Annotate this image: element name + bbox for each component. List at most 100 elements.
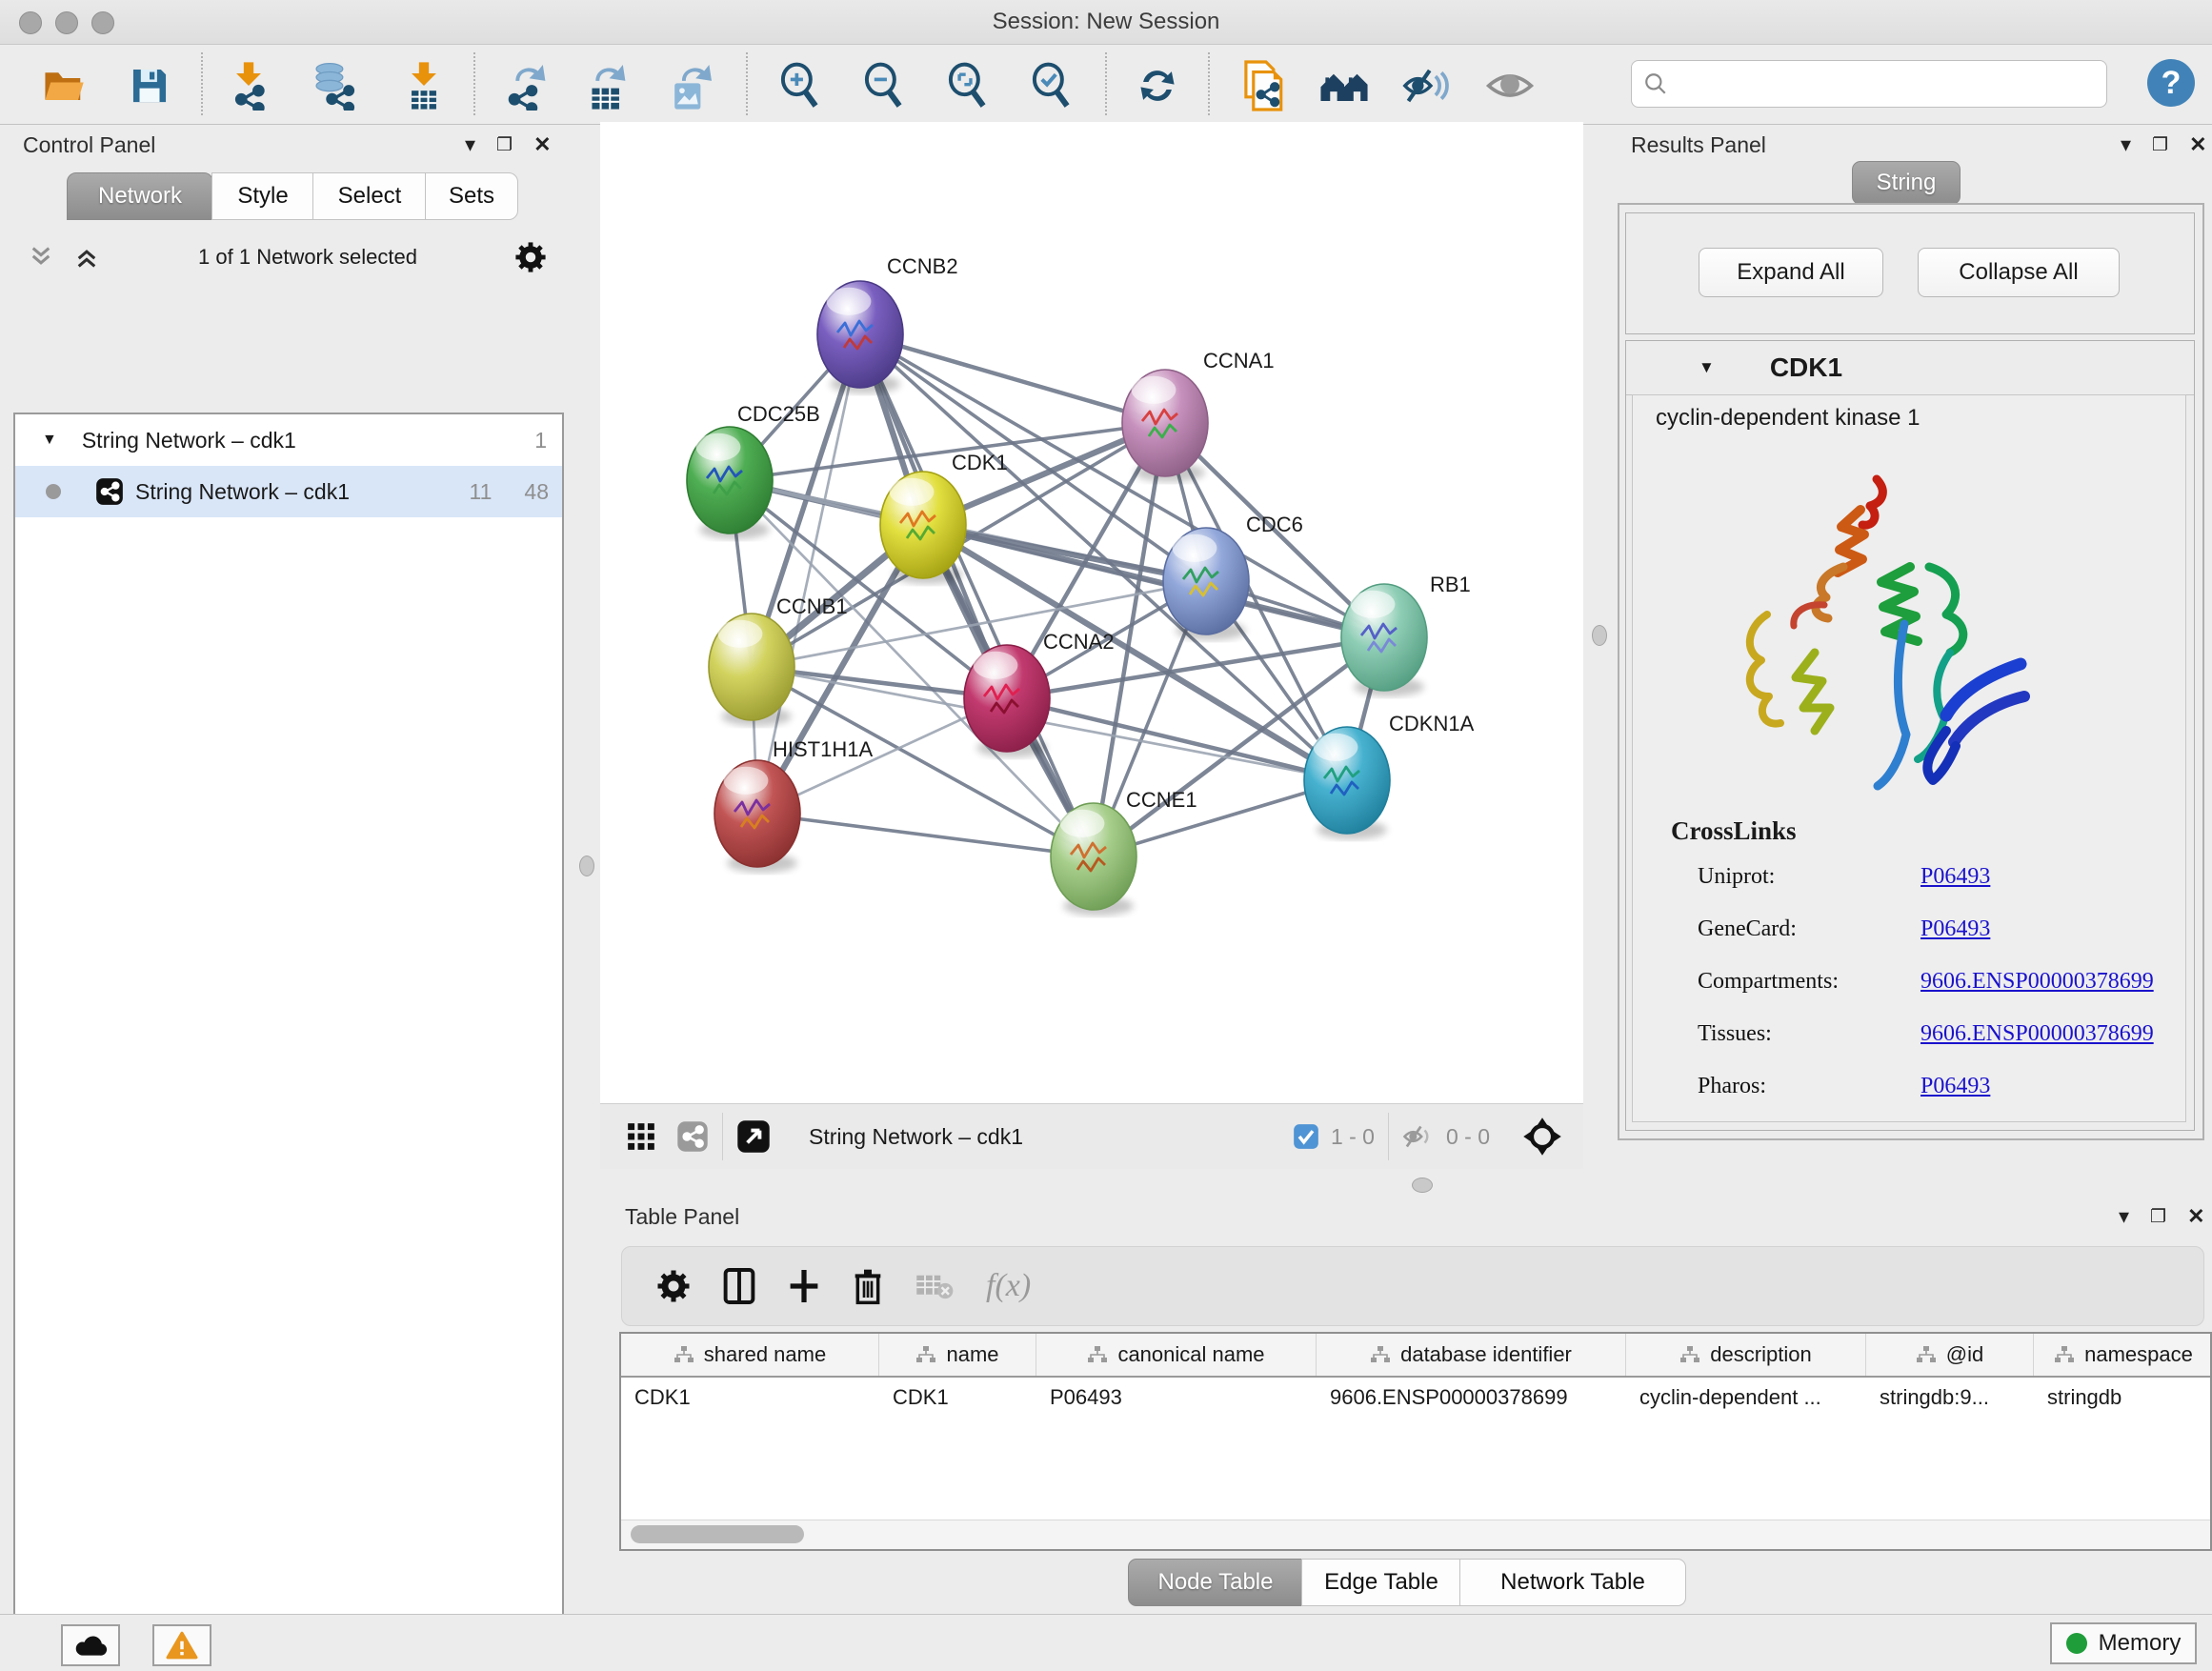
copy-network-button[interactable] [1235, 58, 1290, 113]
network-row[interactable]: String Network – cdk1 11 48 [15, 466, 562, 517]
save-session-button[interactable] [122, 58, 177, 113]
bottom-splitter-handle[interactable] [1412, 1178, 1433, 1193]
export-image-button[interactable] [663, 58, 718, 113]
table-panel-menu-icon[interactable]: ▾ [2119, 1204, 2129, 1229]
help-button[interactable]: ? [2147, 59, 2195, 107]
expand-all-button[interactable]: Expand All [1699, 248, 1883, 297]
crosslink-compartments-link[interactable]: 9606.ENSP00000378699 [1920, 969, 2154, 995]
network-node-CCNA1[interactable]: CCNA1 [1122, 349, 1275, 482]
export-table-button[interactable] [579, 58, 634, 113]
collapse-all-icon[interactable] [27, 245, 55, 270]
tab-network-table[interactable]: Network Table [1459, 1559, 1686, 1606]
cell-shared-name[interactable]: CDK1 [621, 1378, 879, 1418]
network-view-canvas[interactable]: CCNB2CCNA1CDC25BCDK1CDC6RB1CCNB1CCNA2CDK… [600, 122, 1583, 1103]
function-builder-icon[interactable]: f(x) [986, 1268, 1031, 1304]
cell-namespace[interactable]: stringdb [2034, 1378, 2212, 1418]
cell-name[interactable]: CDK1 [879, 1378, 1036, 1418]
results-panel-float-icon[interactable]: ❐ [2152, 134, 2168, 156]
tab-node-table[interactable]: Node Table [1128, 1559, 1303, 1606]
import-network-database-button[interactable] [307, 58, 362, 113]
column-header--id[interactable]: @id [1866, 1334, 2034, 1376]
column-header-name[interactable]: name [879, 1334, 1036, 1376]
zoom-selected-button[interactable] [1023, 58, 1078, 113]
crosshair-icon[interactable] [1522, 1117, 1562, 1157]
hide-unhide-button[interactable] [1398, 58, 1454, 113]
zoom-in-button[interactable] [772, 58, 827, 113]
search-input[interactable] [1631, 60, 2107, 108]
cell--id[interactable]: stringdb:9... [1866, 1378, 2034, 1418]
left-splitter-handle[interactable] [579, 856, 594, 876]
column-header-shared-name[interactable]: shared name [621, 1334, 879, 1376]
network-node-CCNB2[interactable]: CCNB2 [817, 254, 958, 393]
warnings-button[interactable] [152, 1624, 211, 1666]
export-network-button[interactable] [499, 58, 554, 113]
grid-view-icon[interactable] [627, 1122, 655, 1151]
table-hscrollbar[interactable] [621, 1520, 2210, 1549]
results-panel-menu-icon[interactable]: ▾ [2121, 132, 2131, 157]
crosslink-uniprot-link[interactable]: P06493 [1920, 864, 1990, 890]
cell-database-identifier[interactable]: 9606.ENSP00000378699 [1317, 1378, 1626, 1418]
network-node-CDKN1A[interactable]: CDKN1A [1304, 712, 1475, 839]
birdseye-view-icon[interactable] [736, 1119, 771, 1154]
network-node-CCNB1[interactable]: CCNB1 [709, 594, 848, 726]
column-header-namespace[interactable]: namespace [2034, 1334, 2212, 1376]
table-panel-close-icon[interactable]: ✕ [2187, 1204, 2204, 1229]
node-label-CDKN1A: CDKN1A [1389, 712, 1475, 735]
network-node-HIST1H1A[interactable]: HIST1H1A [714, 737, 873, 873]
eye-slash-icon [1401, 66, 1451, 106]
delete-column-icon[interactable] [853, 1267, 883, 1305]
delete-table-icon[interactable] [915, 1271, 954, 1301]
search-icon [1643, 71, 1668, 96]
node-result-header[interactable]: ▼ CDK1 [1626, 341, 2194, 395]
network-options-gear-icon[interactable] [514, 241, 547, 273]
cell-description[interactable]: cyclin-dependent ... [1626, 1378, 1866, 1418]
crosslink-pharos-link[interactable]: P06493 [1920, 1074, 1990, 1099]
hscrollbar-thumb[interactable] [631, 1525, 804, 1543]
control-panel-menu-icon[interactable]: ▾ [465, 132, 475, 157]
results-panel-close-icon[interactable]: ✕ [2189, 132, 2206, 157]
table-row[interactable]: CDK1CDK1P064939606.ENSP00000378699cyclin… [621, 1378, 2210, 1418]
home-networks-button[interactable] [1317, 58, 1372, 113]
cell-canonical-name[interactable]: P06493 [1036, 1378, 1317, 1418]
crosslink-tissues-link[interactable]: 9606.ENSP00000378699 [1920, 1021, 2154, 1047]
collapse-all-button[interactable]: Collapse All [1918, 248, 2120, 297]
network-collection-row[interactable]: ▼ String Network – cdk1 1 [15, 414, 562, 466]
hidden-eye-slash-icon[interactable] [1402, 1123, 1435, 1150]
tab-sets[interactable]: Sets [425, 172, 518, 220]
table-panel-float-icon[interactable]: ❐ [2150, 1206, 2166, 1228]
tab-select[interactable]: Select [312, 172, 427, 220]
string-view-icon[interactable] [676, 1120, 709, 1153]
memory-button[interactable]: Memory [2050, 1622, 2197, 1664]
open-session-button[interactable] [36, 58, 91, 113]
collection-label: String Network – cdk1 [82, 428, 296, 453]
table-gear-icon[interactable] [656, 1269, 691, 1303]
zoom-in-icon [777, 62, 821, 110]
zoom-fit-button[interactable] [939, 58, 995, 113]
collection-expand-triangle-icon[interactable]: ▼ [42, 432, 57, 449]
expand-all-icon[interactable] [72, 245, 101, 270]
tab-style[interactable]: Style [211, 172, 314, 220]
network-node-RB1[interactable]: RB1 [1341, 573, 1471, 696]
tab-string-results[interactable]: String [1852, 161, 1961, 205]
control-panel-float-icon[interactable]: ❐ [496, 134, 513, 156]
column-header-database-identifier[interactable]: database identifier [1317, 1334, 1626, 1376]
right-splitter-handle[interactable] [1592, 625, 1607, 646]
network-view-toolbar: String Network – cdk1 1 - 0 0 - 0 [600, 1103, 1583, 1169]
column-header-description[interactable]: description [1626, 1334, 1866, 1376]
node-label-HIST1H1A: HIST1H1A [773, 737, 873, 761]
column-header-canonical-name[interactable]: canonical name [1036, 1334, 1317, 1376]
tab-edge-table[interactable]: Edge Table [1301, 1559, 1461, 1606]
zoom-out-button[interactable] [855, 58, 911, 113]
import-network-file-button[interactable] [221, 58, 276, 113]
selected-checkbox-icon[interactable] [1293, 1123, 1319, 1150]
cloud-status-button[interactable] [61, 1624, 120, 1666]
show-graphics-button[interactable] [1482, 58, 1538, 113]
import-table-file-button[interactable] [396, 58, 452, 113]
show-columns-icon[interactable] [723, 1267, 755, 1305]
tab-network[interactable]: Network [67, 172, 213, 220]
refresh-button[interactable] [1130, 58, 1185, 113]
control-panel-close-icon[interactable]: ✕ [533, 132, 551, 157]
node-collapse-triangle-icon[interactable]: ▼ [1699, 358, 1715, 377]
crosslink-genecard-link[interactable]: P06493 [1920, 916, 1990, 942]
add-column-icon[interactable] [788, 1267, 820, 1305]
